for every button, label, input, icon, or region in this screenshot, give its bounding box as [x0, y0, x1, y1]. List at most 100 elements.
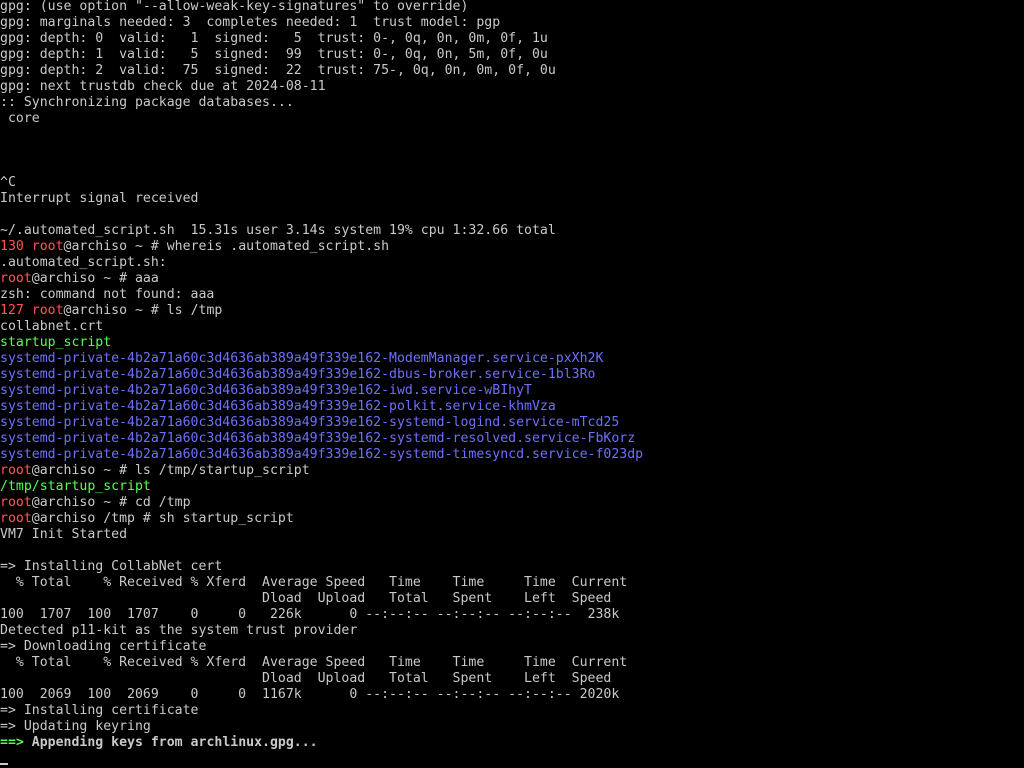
terminal-line: :: Synchronizing package databases... [0, 95, 1024, 111]
terminal-text-segment: gpg: (use option "--allow-weak-key-signa… [0, 0, 469, 14]
terminal-text-segment: @archiso ~ # ls /tmp/startup_script [31, 463, 310, 478]
terminal-text-segment: systemd-private-4b2a71a60c3d4636ab389a49… [0, 399, 556, 414]
terminal-text-segment: systemd-private-4b2a71a60c3d4636ab389a49… [0, 431, 636, 446]
terminal-line: 130 root@archiso ~ # whereis .automated_… [0, 239, 1024, 255]
terminal-text-segment: systemd-private-4b2a71a60c3d4636ab389a49… [0, 447, 644, 462]
terminal-text-segment: gpg: depth: 2 valid: 75 signed: 22 trust… [0, 63, 556, 78]
terminal-line: 100 2069 100 2069 0 0 1167k 0 --:--:-- -… [0, 687, 1024, 703]
terminal-line: % Total % Received % Xferd Average Speed… [0, 655, 1024, 671]
terminal-text-segment: @archiso ~ # cd /tmp [31, 495, 191, 510]
terminal-text-segment: Detected p11-kit as the system trust pro… [0, 623, 358, 638]
terminal-line: Detected p11-kit as the system trust pro… [0, 623, 1024, 639]
terminal-line: => Installing certificate [0, 703, 1024, 719]
terminal-text-segment: @archiso /tmp # sh startup_script [31, 511, 294, 526]
terminal-text-segment: Appending keys from archlinux.gpg... [23, 735, 318, 750]
terminal-text-segment: 100 1707 100 1707 0 0 226k 0 --:--:-- --… [0, 607, 620, 622]
terminal-text-segment: gpg: next trustdb check due at 2024-08-1… [0, 79, 326, 94]
terminal-line: gpg: depth: 2 valid: 75 signed: 22 trust… [0, 63, 1024, 79]
terminal-text-segment: root [0, 271, 32, 286]
terminal-text-segment: VM7 Init Started [0, 527, 128, 542]
terminal-text-segment: gpg: marginals needed: 3 completes neede… [0, 15, 501, 30]
terminal-line: gpg: next trustdb check due at 2024-08-1… [0, 79, 1024, 95]
terminal-text-segment: 127 [0, 303, 32, 318]
terminal-line: 127 root@archiso ~ # ls /tmp [0, 303, 1024, 319]
terminal-line: systemd-private-4b2a71a60c3d4636ab389a49… [0, 447, 1024, 463]
terminal-line: collabnet.crt [0, 319, 1024, 335]
terminal-text-segment: % Total % Received % Xferd Average Speed… [0, 575, 628, 590]
terminal-line: core [0, 111, 1024, 127]
terminal-text-segment: systemd-private-4b2a71a60c3d4636ab389a49… [0, 351, 604, 366]
text-cursor [0, 763, 8, 765]
terminal-line: gpg: marginals needed: 3 completes neede… [0, 15, 1024, 31]
terminal-text-segment: ~/.automated_script.sh 15.31s user 3.14s… [0, 223, 556, 238]
terminal-text-segment: => Installing CollabNet cert [0, 559, 223, 574]
terminal-line: => Updating keyring [0, 719, 1024, 735]
terminal-line: gpg: depth: 0 valid: 1 signed: 5 trust: … [0, 31, 1024, 47]
terminal-text-segment: root [0, 495, 32, 510]
terminal-text-segment: collabnet.crt [0, 319, 104, 334]
terminal-text-segment: ^C [0, 175, 16, 190]
terminal-text-segment: => Installing certificate [0, 703, 199, 718]
terminal-line: systemd-private-4b2a71a60c3d4636ab389a49… [0, 431, 1024, 447]
terminal-text-segment: .automated_script.sh: [0, 255, 167, 270]
terminal-line: 100 1707 100 1707 0 0 226k 0 --:--:-- --… [0, 607, 1024, 623]
terminal-text-segment: root [31, 239, 64, 254]
terminal-line: systemd-private-4b2a71a60c3d4636ab389a49… [0, 383, 1024, 399]
terminal-text-segment: startup_script [0, 335, 112, 350]
terminal-line: .automated_script.sh: [0, 255, 1024, 271]
terminal-text-segment: Interrupt signal received [0, 191, 199, 206]
terminal-text-segment: root [31, 303, 64, 318]
terminal-text-segment: systemd-private-4b2a71a60c3d4636ab389a49… [0, 415, 620, 430]
terminal-text-segment: 100 2069 100 2069 0 0 1167k 0 --:--:-- -… [0, 687, 620, 702]
terminal-text-segment: systemd-private-4b2a71a60c3d4636ab389a49… [0, 367, 596, 382]
terminal-line: ~/.automated_script.sh 15.31s user 3.14s… [0, 223, 1024, 239]
terminal-line: systemd-private-4b2a71a60c3d4636ab389a49… [0, 367, 1024, 383]
terminal-line: VM7 Init Started [0, 527, 1024, 543]
terminal-line: gpg: depth: 1 valid: 5 signed: 99 trust:… [0, 47, 1024, 63]
terminal-text-segment: Dload Upload Total Spent Left Speed [0, 671, 612, 686]
terminal-line: root@archiso /tmp # sh startup_script [0, 511, 1024, 527]
terminal-line: => Downloading certificate [0, 639, 1024, 655]
terminal-line: root@archiso ~ # ls /tmp/startup_script [0, 463, 1024, 479]
terminal-text-segment: systemd-private-4b2a71a60c3d4636ab389a49… [0, 383, 532, 398]
terminal-text-segment: ==> [0, 735, 24, 750]
terminal-line: gpg: (use option "--allow-weak-key-signa… [0, 0, 1024, 15]
terminal-line: Dload Upload Total Spent Left Speed [0, 671, 1024, 687]
terminal-text-segment: => Updating keyring [0, 719, 151, 734]
terminal-line: systemd-private-4b2a71a60c3d4636ab389a49… [0, 415, 1024, 431]
terminal-text-segment: @archiso ~ # aaa [31, 271, 159, 286]
terminal-line: % Total % Received % Xferd Average Speed… [0, 575, 1024, 591]
terminal-line: startup_script [0, 335, 1024, 351]
terminal-line: ==> Appending keys from archlinux.gpg... [0, 735, 1024, 751]
terminal-text-segment: @archiso ~ # ls /tmp [63, 303, 223, 318]
terminal-line: zsh: command not found: aaa [0, 287, 1024, 303]
terminal-text-segment: gpg: depth: 0 valid: 1 signed: 5 trust: … [0, 31, 548, 46]
terminal-text-segment: core [0, 111, 40, 126]
terminal-text-segment: zsh: command not found: aaa [0, 287, 215, 302]
terminal-text-segment: /tmp/startup_script [0, 479, 151, 494]
terminal-line: root@archiso ~ # cd /tmp [0, 495, 1024, 511]
terminal-text-segment: :: Synchronizing package databases... [0, 95, 294, 110]
terminal-text-segment: root [0, 463, 32, 478]
terminal-text-segment: 130 [0, 239, 32, 254]
terminal-line: root@archiso ~ # aaa [0, 271, 1024, 287]
terminal-line: systemd-private-4b2a71a60c3d4636ab389a49… [0, 351, 1024, 367]
terminal-text-segment: gpg: depth: 1 valid: 5 signed: 99 trust:… [0, 47, 548, 62]
terminal-line: ^C [0, 175, 1024, 191]
terminal-line: /tmp/startup_script [0, 479, 1024, 495]
terminal-line: systemd-private-4b2a71a60c3d4636ab389a49… [0, 399, 1024, 415]
terminal-text-segment: @archiso ~ # whereis .automated_script.s… [63, 239, 390, 254]
terminal-line: Dload Upload Total Spent Left Speed [0, 591, 1024, 607]
terminal-line: => Installing CollabNet cert [0, 559, 1024, 575]
terminal-text-segment: Dload Upload Total Spent Left Speed [0, 591, 612, 606]
terminal-text-segment: % Total % Received % Xferd Average Speed… [0, 655, 628, 670]
terminal-text-segment: => Downloading certificate [0, 639, 207, 654]
terminal-text-segment: root [0, 511, 32, 526]
terminal-screen[interactable]: gpg: (use option "--allow-weak-key-signa… [0, 0, 1024, 768]
terminal-line: Interrupt signal received [0, 191, 1024, 207]
